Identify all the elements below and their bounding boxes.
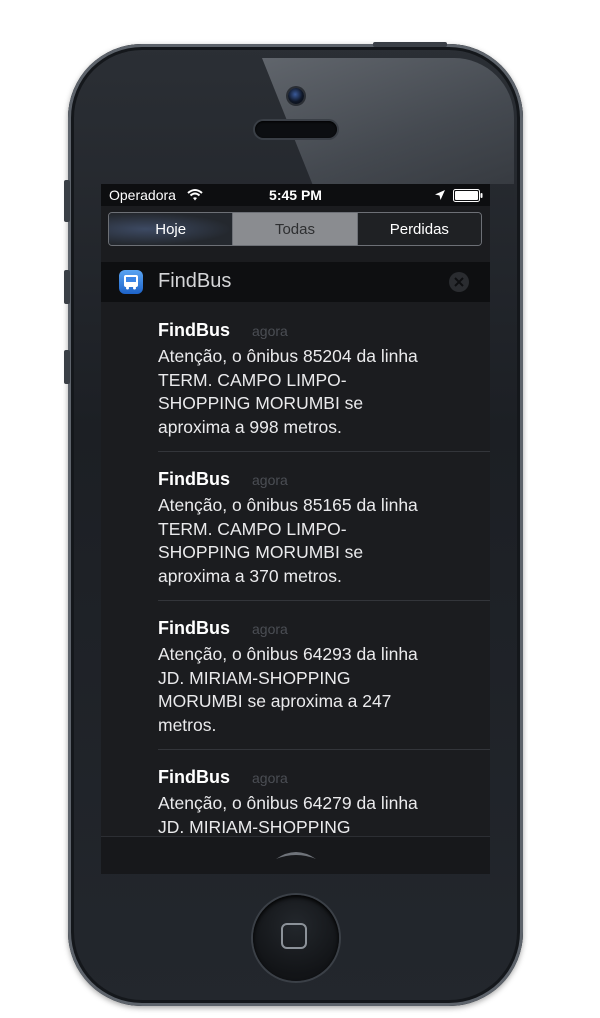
notification-item[interactable]: FindBus agora Atenção, o ônibus 64293 da… [158, 600, 490, 750]
notification-item[interactable]: FindBus agora Atenção, o ônibus 85204 da… [158, 302, 490, 452]
volume-up-button [64, 270, 70, 304]
notification-time: agora [252, 770, 288, 786]
notification-time: agora [252, 472, 288, 488]
battery-icon [453, 189, 483, 202]
silent-switch [64, 180, 70, 222]
status-time: 5:45 PM [269, 187, 322, 203]
notification-body: Atenção, o ônibus 64293 da linha JD. MIR… [158, 644, 418, 735]
status-bar: Operadora 5:45 PM [101, 184, 490, 206]
earpiece [255, 121, 337, 138]
notification-center-handle-bar [101, 836, 490, 874]
notification-time: agora [252, 323, 288, 339]
home-square-icon [281, 923, 307, 949]
notification-list: FindBus agora Atenção, o ônibus 85204 da… [101, 302, 490, 836]
notification-app: FindBus [158, 618, 230, 638]
close-icon [454, 277, 464, 287]
notification-item[interactable]: FindBus agora Atenção, o ônibus 64279 da… [158, 749, 490, 836]
notification-tabs: Hoje Todas Perdidas [108, 212, 482, 246]
notification-app: FindBus [158, 320, 230, 340]
notification-body: Atenção, o ônibus 85165 da linha TERM. C… [158, 495, 418, 586]
clear-notifications-button[interactable] [449, 272, 469, 292]
sleep-button [373, 42, 447, 47]
tab-todas[interactable]: Todas [232, 213, 357, 245]
volume-down-button [64, 350, 70, 384]
location-icon [435, 190, 445, 200]
notification-body: Atenção, o ônibus 64279 da linha JD. MIR… [158, 793, 418, 836]
grabber-icon[interactable] [273, 847, 319, 861]
app-group-header: FindBus [101, 262, 490, 302]
notification-body: Atenção, o ônibus 85204 da linha TERM. C… [158, 346, 418, 437]
bus-icon [119, 270, 143, 294]
camera-icon [288, 88, 304, 104]
screen: Operadora 5:45 PM Hoje Todas Perdidas Fi… [101, 184, 490, 874]
app-group-title: FindBus [158, 270, 232, 292]
notification-app: FindBus [158, 469, 230, 489]
notification-item[interactable]: FindBus agora Atenção, o ônibus 85165 da… [158, 451, 490, 601]
tab-perdidas[interactable]: Perdidas [356, 213, 481, 245]
tab-hoje[interactable]: Hoje [109, 213, 233, 245]
notification-app: FindBus [158, 767, 230, 787]
notification-time: agora [252, 621, 288, 637]
